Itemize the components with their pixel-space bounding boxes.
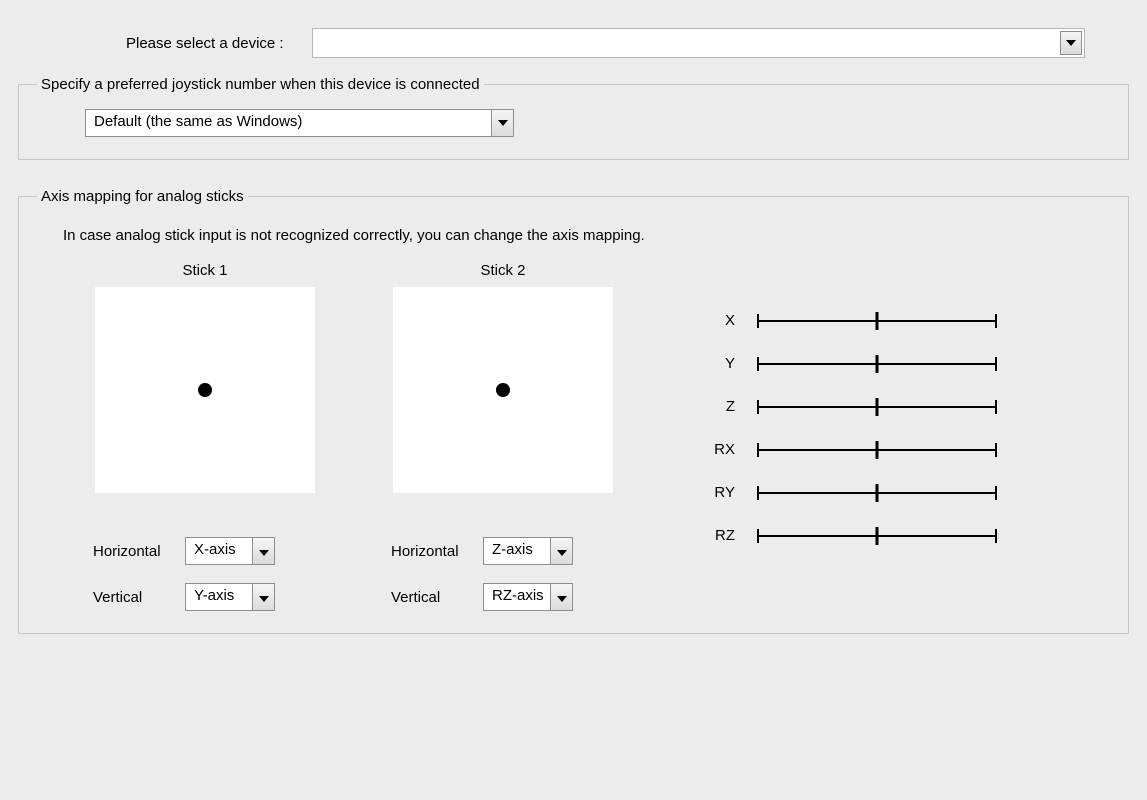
joystick-number-legend: Specify a preferred joystick number when… (37, 76, 484, 93)
device-label: Please select a device : (126, 35, 284, 52)
stick-2-vertical-select[interactable]: RZ-axis (483, 583, 573, 611)
axis-sliders: X Y Z RX RY RZ (701, 312, 997, 544)
slider-row-z: Z (701, 398, 997, 415)
stick-1-vertical-label: Vertical (93, 589, 142, 606)
device-select[interactable] (312, 28, 1085, 58)
slider-label-ry: RY (701, 484, 735, 501)
slider-row-ry: RY (701, 484, 997, 501)
stick-2-vertical-label: Vertical (391, 589, 440, 606)
slider-x[interactable] (757, 320, 997, 322)
slider-z[interactable] (757, 406, 997, 408)
slider-label-rx: RX (701, 441, 735, 458)
stick-1-indicator-dot (198, 383, 212, 397)
stick-1-title: Stick 1 (182, 262, 227, 279)
slider-rz[interactable] (757, 535, 997, 537)
stick-1-visualizer (95, 287, 315, 493)
stick-2-horizontal-dropdown-button[interactable] (550, 538, 572, 564)
slider-y-handle[interactable] (876, 355, 879, 373)
slider-z-handle[interactable] (876, 398, 879, 416)
slider-row-rx: RX (701, 441, 997, 458)
slider-rx-handle[interactable] (876, 441, 879, 459)
chevron-down-icon (1066, 40, 1076, 46)
stick-2-indicator-dot (496, 383, 510, 397)
axis-mapping-group: Axis mapping for analog sticks In case a… (18, 188, 1129, 634)
stick-1-horizontal-select[interactable]: X-axis (185, 537, 275, 565)
slider-rx[interactable] (757, 449, 997, 451)
stick-2-horizontal-label: Horizontal (391, 543, 459, 560)
chevron-down-icon (557, 543, 567, 560)
axis-mapping-description: In case analog stick input is not recogn… (63, 227, 1084, 244)
stick-2-column: Stick 2 Horizontal Z-axis Vertical RZ-ax… (383, 262, 623, 611)
slider-label-rz: RZ (701, 527, 735, 544)
slider-label-y: Y (701, 355, 735, 372)
joystick-number-select[interactable]: Default (the same as Windows) (85, 109, 514, 137)
chevron-down-icon (259, 589, 269, 606)
stick-1-horizontal-value: X-axis (186, 538, 252, 564)
slider-y[interactable] (757, 363, 997, 365)
stick-1-vertical-select[interactable]: Y-axis (185, 583, 275, 611)
joystick-number-value: Default (the same as Windows) (86, 110, 491, 136)
slider-ry[interactable] (757, 492, 997, 494)
slider-rz-handle[interactable] (876, 527, 879, 545)
stick-2-horizontal-select[interactable]: Z-axis (483, 537, 573, 565)
chevron-down-icon (498, 120, 508, 126)
chevron-down-icon (557, 589, 567, 606)
joystick-number-group: Specify a preferred joystick number when… (18, 76, 1129, 160)
stick-2-vertical-dropdown-button[interactable] (550, 584, 572, 610)
stick-2-visualizer (393, 287, 613, 493)
stick-1-vertical-dropdown-button[interactable] (252, 584, 274, 610)
slider-label-x: X (701, 312, 735, 329)
chevron-down-icon (259, 543, 269, 560)
stick-1-horizontal-label: Horizontal (93, 543, 161, 560)
stick-2-vertical-value: RZ-axis (484, 584, 550, 610)
slider-row-x: X (701, 312, 997, 329)
device-select-dropdown-button[interactable] (1060, 31, 1082, 55)
joystick-number-dropdown-button[interactable] (491, 110, 513, 136)
stick-2-horizontal-value: Z-axis (484, 538, 550, 564)
slider-label-z: Z (701, 398, 735, 415)
axis-mapping-legend: Axis mapping for analog sticks (37, 188, 248, 205)
slider-ry-handle[interactable] (876, 484, 879, 502)
slider-row-rz: RZ (701, 527, 997, 544)
stick-2-title: Stick 2 (480, 262, 525, 279)
slider-row-y: Y (701, 355, 997, 372)
stick-1-column: Stick 1 Horizontal X-axis Vertical Y-axi… (85, 262, 325, 611)
slider-x-handle[interactable] (876, 312, 879, 330)
stick-1-horizontal-dropdown-button[interactable] (252, 538, 274, 564)
stick-1-vertical-value: Y-axis (186, 584, 252, 610)
